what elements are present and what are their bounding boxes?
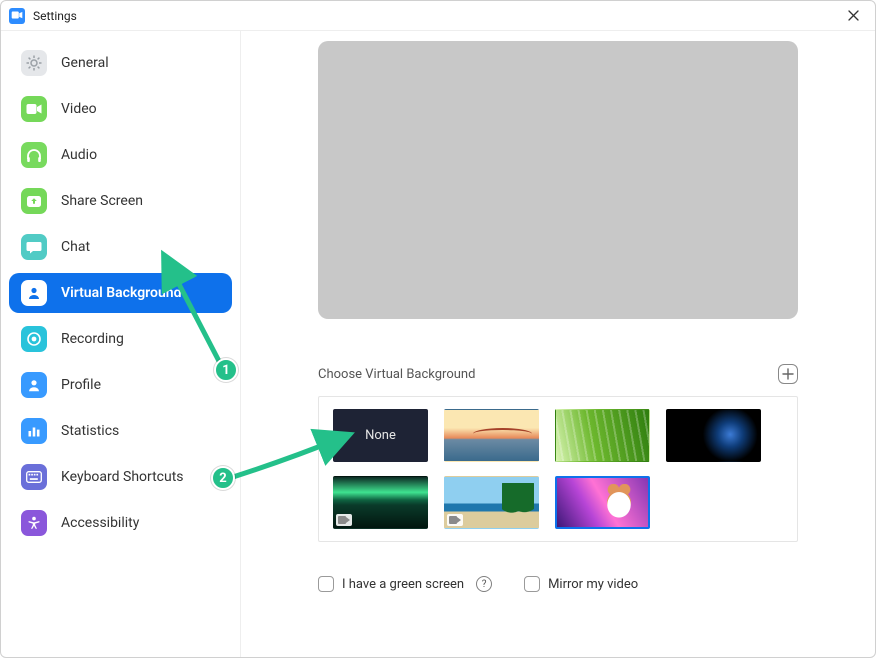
sidebar-item-virtual-background[interactable]: Virtual Background	[9, 273, 232, 313]
sidebar-item-label: Chat	[61, 239, 90, 255]
sidebar-item-label: Profile	[61, 377, 101, 393]
sidebar-item-label: General	[61, 55, 109, 71]
accessibility-icon	[21, 510, 47, 536]
checkbox-box	[318, 576, 334, 592]
checkbox-box	[524, 576, 540, 592]
bg-thumb-grass[interactable]	[555, 409, 650, 462]
plus-icon	[782, 368, 794, 380]
window-title: Settings	[33, 9, 839, 23]
bg-thumb-tiger[interactable]	[555, 476, 650, 529]
mirror-video-checkbox[interactable]: Mirror my video	[524, 576, 638, 592]
choose-label: Choose Virtual Background	[318, 367, 475, 382]
title-bar: Settings	[1, 1, 875, 31]
gear-icon	[21, 50, 47, 76]
sidebar-item-label: Audio	[61, 147, 97, 163]
bars-icon	[21, 418, 47, 444]
sidebar-item-label: Statistics	[61, 423, 119, 439]
content-pane: Choose Virtual Background None I have a …	[241, 31, 875, 657]
green-screen-label: I have a green screen	[342, 577, 464, 592]
sidebar-item-statistics[interactable]: Statistics	[9, 411, 232, 451]
sidebar-item-share-screen[interactable]: Share Screen	[9, 181, 232, 221]
headphones-icon	[21, 142, 47, 168]
sidebar-item-label: Virtual Background	[61, 285, 181, 301]
video-badge-icon	[336, 514, 352, 526]
bg-thumb-none[interactable]: None	[333, 409, 428, 462]
sidebar-item-label: Accessibility	[61, 515, 139, 531]
app-icon	[9, 8, 25, 24]
sidebar-item-audio[interactable]: Audio	[9, 135, 232, 175]
sidebar-item-accessibility[interactable]: Accessibility	[9, 503, 232, 543]
green-screen-checkbox[interactable]: I have a green screen ?	[318, 576, 492, 592]
person-icon	[21, 280, 47, 306]
sidebar-item-video[interactable]: Video	[9, 89, 232, 129]
close-button[interactable]	[839, 2, 867, 30]
bg-thumb-bridge[interactable]	[444, 409, 539, 462]
sidebar-item-label: Video	[61, 101, 97, 117]
sidebar-item-profile[interactable]: Profile	[9, 365, 232, 405]
choose-row: Choose Virtual Background	[318, 364, 798, 384]
profile-icon	[21, 372, 47, 398]
add-background-button[interactable]	[778, 364, 798, 384]
virtual-background-thumbnails: None	[318, 396, 798, 542]
bg-thumb-earth[interactable]	[666, 409, 761, 462]
keyboard-icon	[21, 464, 47, 490]
video-badge-icon	[447, 514, 463, 526]
record-icon	[21, 326, 47, 352]
chat-icon	[21, 234, 47, 260]
sidebar-item-general[interactable]: General	[9, 43, 232, 83]
close-icon	[848, 10, 859, 21]
settings-sidebar: General Video Audio Share Screen Chat	[1, 31, 241, 657]
sidebar-item-keyboard-shortcuts[interactable]: Keyboard Shortcuts	[9, 457, 232, 497]
sidebar-item-label: Keyboard Shortcuts	[61, 469, 184, 485]
sidebar-item-recording[interactable]: Recording	[9, 319, 232, 359]
share-screen-icon	[21, 188, 47, 214]
sidebar-item-chat[interactable]: Chat	[9, 227, 232, 267]
bg-thumb-beach[interactable]	[444, 476, 539, 529]
video-icon	[21, 96, 47, 122]
bg-thumb-aurora[interactable]	[333, 476, 428, 529]
bottom-options-row: I have a green screen ? Mirror my video	[318, 576, 798, 592]
video-preview	[318, 41, 798, 319]
sidebar-item-label: Recording	[61, 331, 124, 347]
mirror-label: Mirror my video	[548, 577, 638, 592]
sidebar-item-label: Share Screen	[61, 193, 143, 209]
help-icon[interactable]: ?	[476, 576, 492, 592]
